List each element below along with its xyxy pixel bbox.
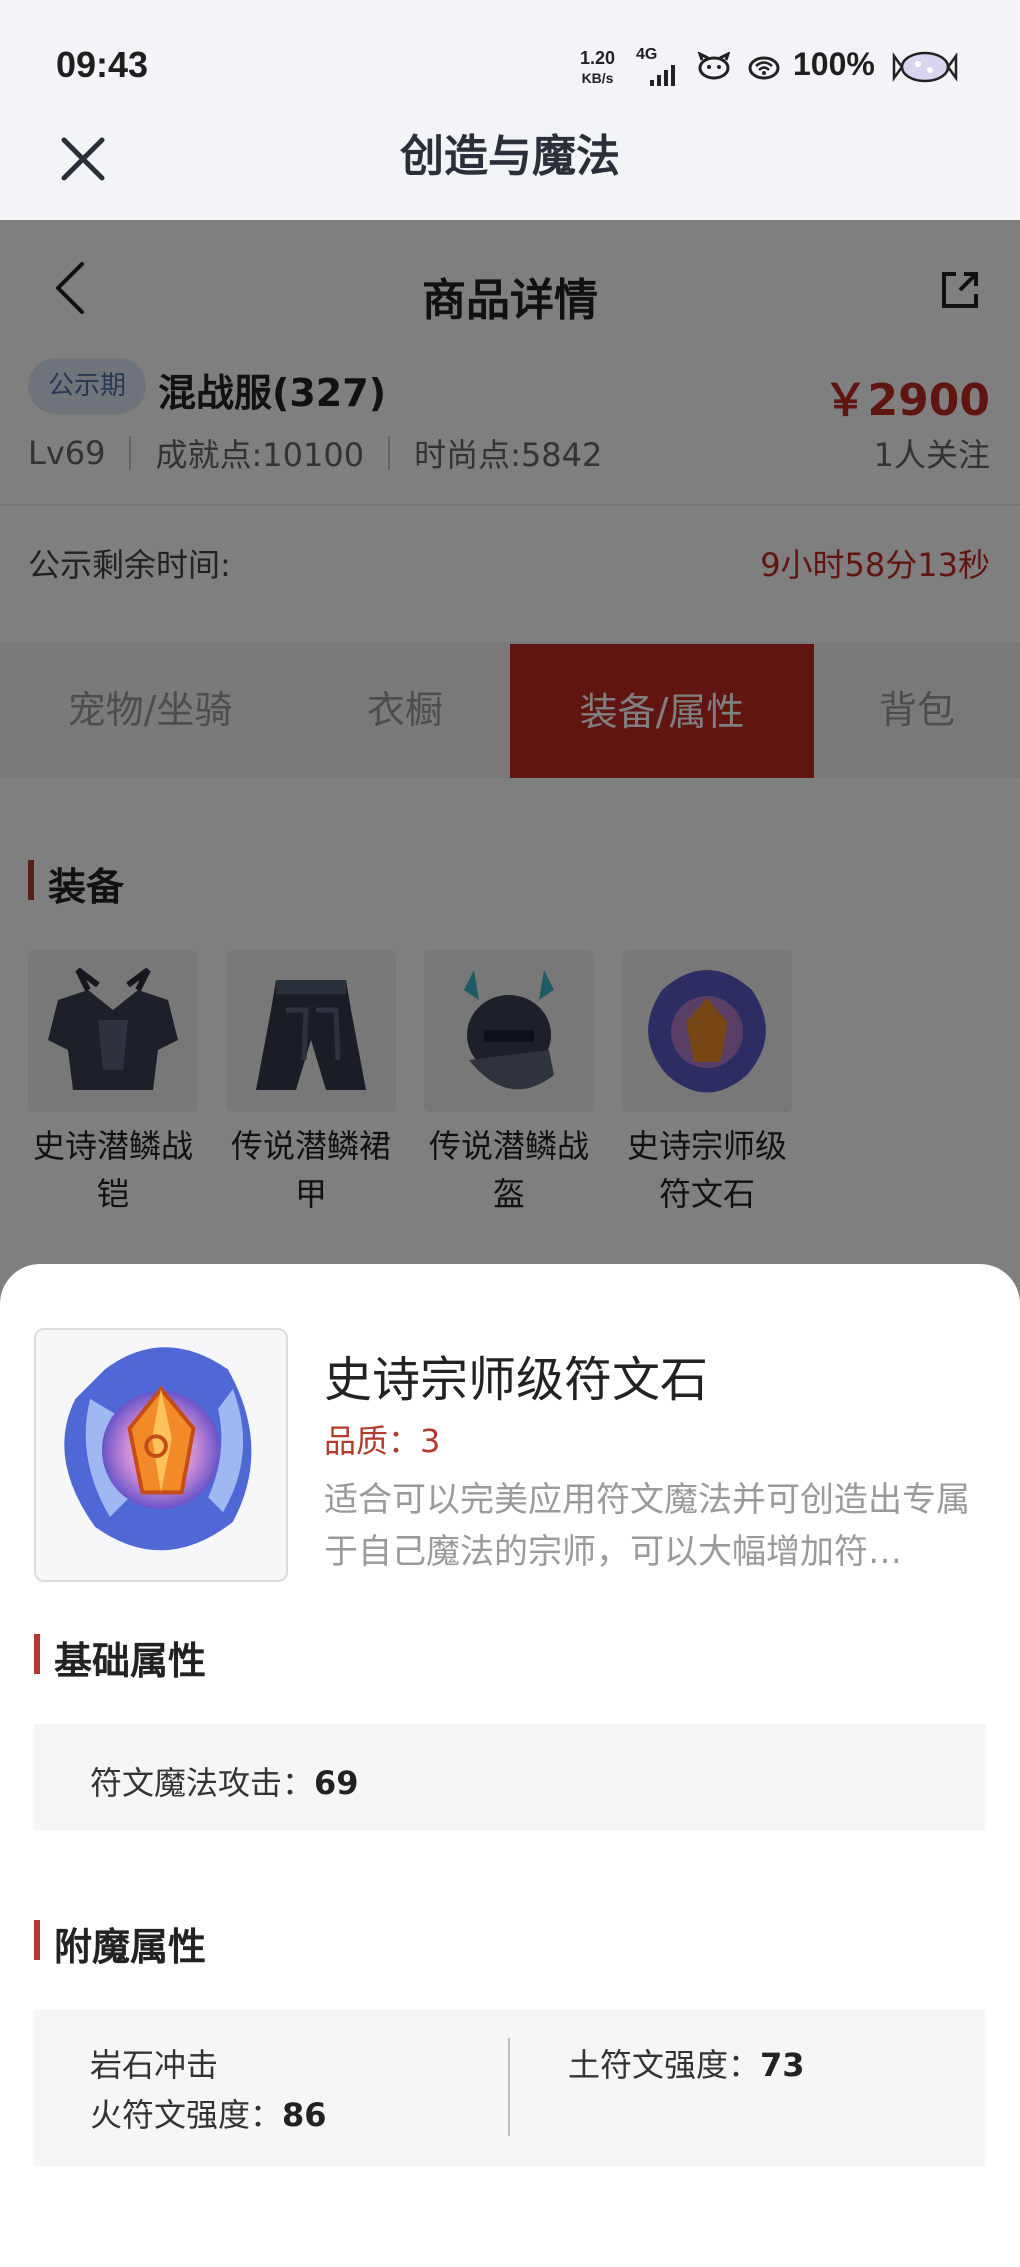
attribute-row: 土符文强度：73	[568, 2040, 805, 2086]
attribute-value: 86	[282, 2096, 327, 2134]
item-name: 史诗宗师级符文石	[324, 1352, 709, 1408]
item-description: 适合可以完美应用符文魔法并可创造出专属于自己魔法的宗师，可以大幅增加符…	[324, 1480, 970, 1572]
enchant-attributes-box: 岩石冲击 火符文强度：86 土符文强度：73	[34, 2010, 986, 2166]
status-time: 09:43	[56, 44, 149, 85]
app-bar: 创造与魔法	[0, 110, 1020, 220]
attribute-value: 69	[314, 1764, 359, 1802]
attribute-label: 土符文强度：	[568, 2046, 761, 2084]
enchant-skill: 岩石冲击	[90, 2046, 219, 2084]
battery-level: 100%	[793, 46, 875, 82]
attribute-label: 符文魔法攻击：	[90, 1764, 315, 1802]
item-quality: 品质：3	[324, 1422, 441, 1460]
attribute-label: 火符文强度：	[90, 2096, 283, 2134]
base-attributes-box: 符文魔法攻击：69	[34, 1724, 986, 1830]
wifi-icon	[748, 56, 780, 80]
pet-notification-icon	[697, 52, 731, 80]
attribute-value: 73	[760, 2046, 805, 2084]
network-type: 4G	[636, 46, 658, 63]
battery-icon	[892, 51, 958, 83]
base-attributes-heading: 基础属性	[34, 1630, 206, 1685]
column-divider	[508, 2038, 510, 2136]
signal-icon	[650, 65, 675, 86]
item-detail-sheet: 史诗宗师级符文石 品质：3 适合可以完美应用符文魔法并可创造出专属于自己魔法的宗…	[0, 1264, 1020, 2267]
enchant-attributes-heading: 附魔属性	[34, 1916, 206, 1971]
network-speed: 1.20 KB/s	[580, 48, 616, 86]
rune-stone-icon	[64, 1347, 252, 1551]
app-title: 创造与魔法	[400, 131, 620, 182]
attribute-row: 火符文强度：86	[90, 2090, 327, 2136]
attribute-row: 符文魔法攻击：69	[90, 1758, 359, 1804]
item-image	[34, 1328, 288, 1582]
